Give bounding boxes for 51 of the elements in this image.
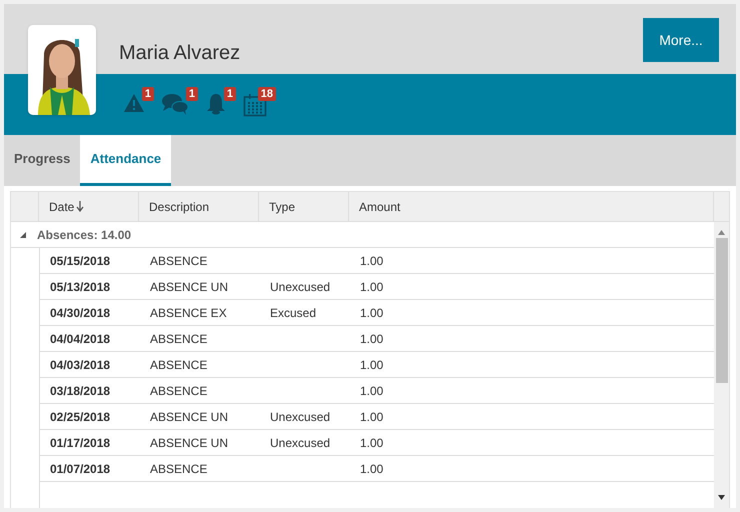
column-header[interactable]: Date (39, 192, 139, 221)
table-cell-text: 05/15/2018 (50, 252, 110, 270)
table-cell-text: ABSENCE UN (150, 434, 228, 452)
table-cell-text: 04/03/2018 (50, 356, 110, 374)
chat-bubbles-icon (161, 93, 189, 115)
column-header[interactable]: Description (139, 192, 259, 221)
table-cell-text: 1.00 (360, 408, 384, 426)
scroll-down-icon[interactable] (718, 495, 725, 500)
table-cell-text: 1.00 (360, 460, 384, 478)
table-cell-text: ABSENCE UN (150, 278, 228, 296)
table-cell-text: 05/13/2018 (50, 278, 110, 296)
table-cell-text: 01/17/2018 (50, 434, 110, 452)
table-cell-text: ABSENCE (150, 356, 208, 374)
table-cell-text: 1.00 (360, 278, 384, 296)
count-badge: 1 (186, 87, 198, 101)
table-cell-text: 1.00 (360, 252, 384, 270)
table-cell-text: ABSENCE (150, 460, 208, 478)
table-cell-text: 04/30/2018 (50, 304, 110, 322)
group-label: Absences: 14.00 (37, 226, 132, 244)
tab[interactable]: Attendance (80, 135, 172, 186)
table-cell-text: Unexcused (270, 408, 330, 426)
count-badge: 18 (258, 87, 276, 101)
tab[interactable]: Progress (4, 135, 80, 186)
table-cell-text: 02/25/2018 (50, 408, 110, 426)
count-badge: 1 (224, 87, 236, 101)
student-name: Maria Alvarez (119, 41, 240, 66)
table-cell-text: 1.00 (360, 356, 384, 374)
table-cell-text: ABSENCE UN (150, 408, 228, 426)
table-cell-text: 03/18/2018 (50, 382, 110, 400)
table-cell-text: 1.00 (360, 382, 384, 400)
table-cell-text: 01/07/2018 (50, 460, 110, 478)
table-cell-text: 1.00 (360, 304, 384, 322)
table-cell-text: ABSENCE (150, 382, 208, 400)
more-button[interactable]: More... (643, 18, 719, 62)
column-header[interactable]: Type (259, 192, 349, 221)
scroll-up-icon[interactable] (718, 230, 725, 235)
table-cell-text: 1.00 (360, 434, 384, 452)
bell-icon (205, 93, 227, 115)
scrollbar[interactable] (714, 222, 729, 508)
table-cell-text: Unexcused (270, 434, 330, 452)
table-cell-text: 04/04/2018 (50, 330, 110, 348)
table-cell-text: Excused (270, 304, 316, 322)
column-header[interactable]: Amount (349, 192, 714, 221)
count-badge: 1 (142, 87, 154, 101)
table-cell-text: ABSENCE (150, 330, 208, 348)
collapse-toggle[interactable] (19, 230, 27, 238)
table-cell-text: ABSENCE EX (150, 304, 227, 322)
table-cell-text: 1.00 (360, 330, 384, 348)
table-cell-text: Unexcused (270, 278, 330, 296)
warning-icon (123, 93, 145, 113)
table-cell-text: ABSENCE (150, 252, 208, 270)
